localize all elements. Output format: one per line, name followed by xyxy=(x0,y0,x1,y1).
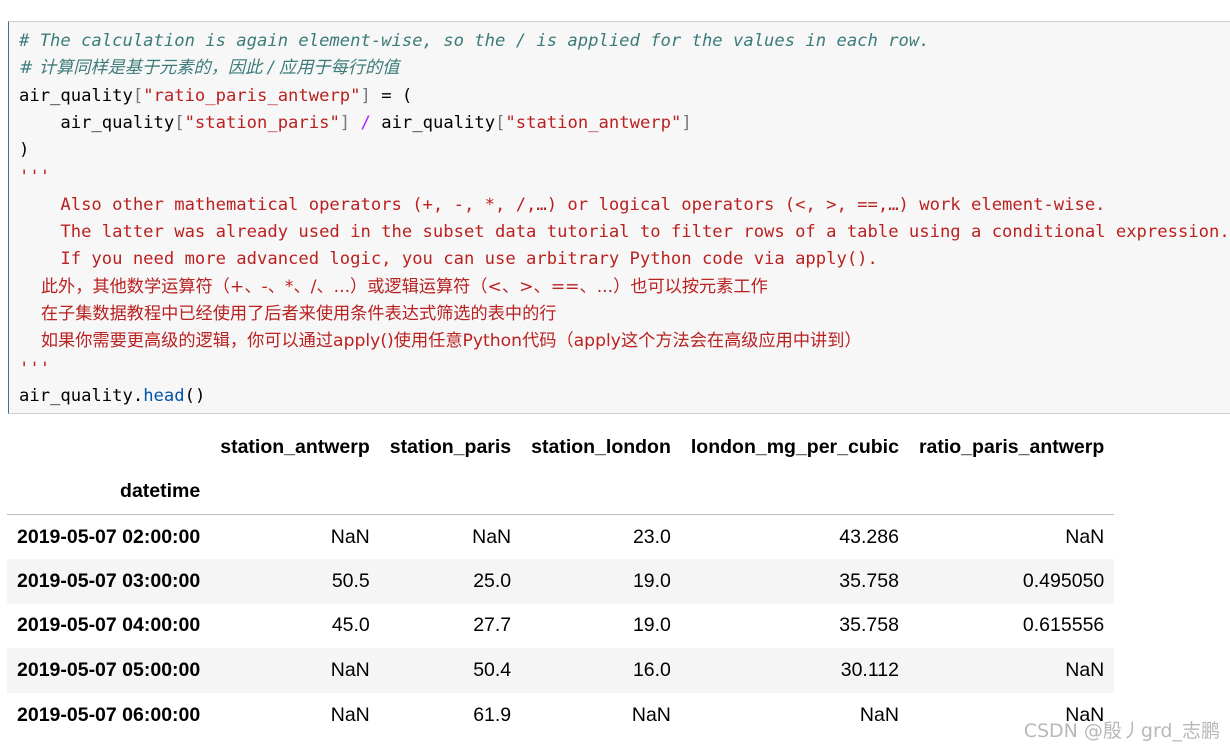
code-comment-zh: # 计算同样是基于元素的，因此 / 应用于每行的值 xyxy=(19,58,400,79)
table-cell: 50.5 xyxy=(331,569,370,592)
code-string: "station_antwerp" xyxy=(505,112,682,133)
table-cell: 35.758 xyxy=(839,569,899,592)
index-header-blank xyxy=(7,425,210,469)
code-variable: air_quality xyxy=(19,112,175,133)
code-text: () xyxy=(184,385,206,406)
code-cell[interactable]: # The calculation is again element-wise,… xyxy=(8,21,1230,414)
table-cell: NaN xyxy=(330,659,370,682)
table-row: 2019-05-07 06:00:00 NaN 61.9 NaN NaN NaN xyxy=(7,693,1114,738)
index-name: datetime xyxy=(120,480,201,502)
table-cell: 19.0 xyxy=(632,569,671,592)
table-row: 2019-05-07 03:00:00 50.5 25.0 19.0 35.75… xyxy=(7,559,1115,604)
column-header-row: station_antwerp station_paris station_lo… xyxy=(7,425,1114,469)
table-cell: NaN xyxy=(631,703,671,726)
table-cell: 23.0 xyxy=(632,525,671,548)
table-cell: NaN xyxy=(330,703,370,726)
code-variable: air_quality xyxy=(19,385,133,406)
table-cell: 45.0 xyxy=(331,614,370,637)
table-cell: 61.9 xyxy=(473,703,512,726)
row-index: 2019-05-07 05:00:00 xyxy=(17,659,201,682)
docstring-line: If you need more advanced logic, you can… xyxy=(19,249,878,270)
table-cell: 30.112 xyxy=(840,659,899,682)
row-index: 2019-05-07 02:00:00 xyxy=(17,525,201,548)
docstring-line: The latter was already used in the subse… xyxy=(19,222,1230,243)
table-cell: 16.0 xyxy=(632,659,671,682)
table-cell: 50.4 xyxy=(473,659,512,682)
column-header: ratio_paris_antwerp xyxy=(918,435,1105,458)
code-variable: air_quality xyxy=(381,112,496,133)
code-string: "ratio_paris_antwerp" xyxy=(143,85,361,106)
table-row: 2019-05-07 02:00:00 NaN NaN 23.0 43.286 … xyxy=(7,515,1114,560)
code-editor[interactable]: # The calculation is again element-wise,… xyxy=(19,28,1230,410)
index-name-row: datetime xyxy=(7,469,1115,515)
table-cell: 25.0 xyxy=(473,569,512,592)
code-variable: air_quality xyxy=(19,85,133,106)
docstring-line: 如果你需要更高级的逻辑，你可以通过apply()使用任意Python代码（app… xyxy=(19,331,862,352)
dataframe-output: station_antwerp station_paris station_lo… xyxy=(7,425,1115,738)
table-row: 2019-05-07 04:00:00 45.0 27.7 19.0 35.75… xyxy=(7,604,1114,649)
table-cell: NaN xyxy=(859,703,899,726)
table-cell: NaN xyxy=(1065,659,1105,682)
watermark: CSDN @殷丿grd_志鹏 xyxy=(1023,720,1220,742)
row-index: 2019-05-07 04:00:00 xyxy=(17,614,201,637)
table-cell: NaN xyxy=(1065,525,1105,548)
column-header: station_paris xyxy=(389,435,512,458)
table-cell: NaN xyxy=(330,525,370,548)
code-text: ) xyxy=(19,140,30,161)
docstring-quote: ''' xyxy=(19,167,51,188)
column-header: station_london xyxy=(531,435,671,458)
row-index: 2019-05-07 06:00:00 xyxy=(17,703,201,726)
code-string: "station_paris" xyxy=(184,112,340,133)
code-comment-en: # The calculation is again element-wise,… xyxy=(19,31,930,51)
code-method: head xyxy=(143,385,185,406)
docstring-line: 此外，其他数学运算符（+、-、*、/、...）或逻辑运算符（<、>、==、...… xyxy=(19,276,768,297)
column-header: london_mg_per_cubic xyxy=(690,435,899,458)
docstring-line: 在子集数据教程中已经使用了后者来使用条件表达式筛选的表中的行 xyxy=(19,303,557,324)
code-text: = ( xyxy=(370,85,413,106)
docstring-line: Also other mathematical operators (+, -,… xyxy=(19,194,1106,215)
code-operator: / xyxy=(360,112,371,133)
table-cell: NaN xyxy=(472,525,512,548)
table-row: 2019-05-07 05:00:00 NaN 50.4 16.0 30.112… xyxy=(7,648,1115,693)
table-cell: 0.495050 xyxy=(1022,569,1105,592)
table-cell: 19.0 xyxy=(632,614,671,637)
table-cell: 27.7 xyxy=(473,614,512,637)
docstring-quote: ''' xyxy=(19,358,51,379)
row-index: 2019-05-07 03:00:00 xyxy=(17,569,201,592)
table-cell: 0.615556 xyxy=(1022,614,1105,637)
table-cell: 35.758 xyxy=(839,614,899,637)
table-cell: 43.286 xyxy=(839,525,899,548)
column-header: station_antwerp xyxy=(220,435,370,458)
